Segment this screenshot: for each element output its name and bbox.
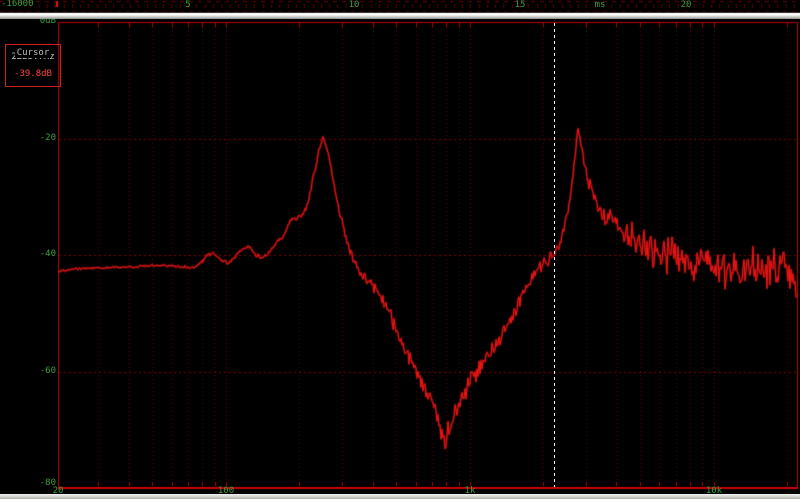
cursor-level-value: -39.8dB	[7, 69, 59, 79]
spectrum-plot[interactable]	[0, 0, 800, 499]
frequency-cursor-line[interactable]	[554, 23, 555, 487]
cursor-readout-title: Cursor	[6, 40, 60, 59]
time-tick-label: 10	[337, 1, 371, 10]
horizontal-splitter-bottom[interactable]	[0, 494, 800, 499]
amplitude-scale-label: -16000	[1, 0, 34, 9]
time-tick-label: 5	[171, 1, 205, 10]
analyzer-window: -16000 5101520ms0dB-20-40-60-80201001k10…	[0, 0, 800, 499]
db-tick-label: -60	[0, 367, 56, 376]
db-tick-label: -40	[0, 250, 56, 259]
cursor-readout-panel: Cursor 2223.7Hz -39.8dB	[5, 44, 61, 87]
time-unit-label: ms	[583, 1, 617, 10]
horizontal-splitter-top[interactable]	[0, 12, 800, 19]
db-tick-label: -20	[0, 134, 56, 143]
time-tick-label: 20	[669, 1, 703, 10]
time-tick-label: 15	[503, 1, 537, 10]
